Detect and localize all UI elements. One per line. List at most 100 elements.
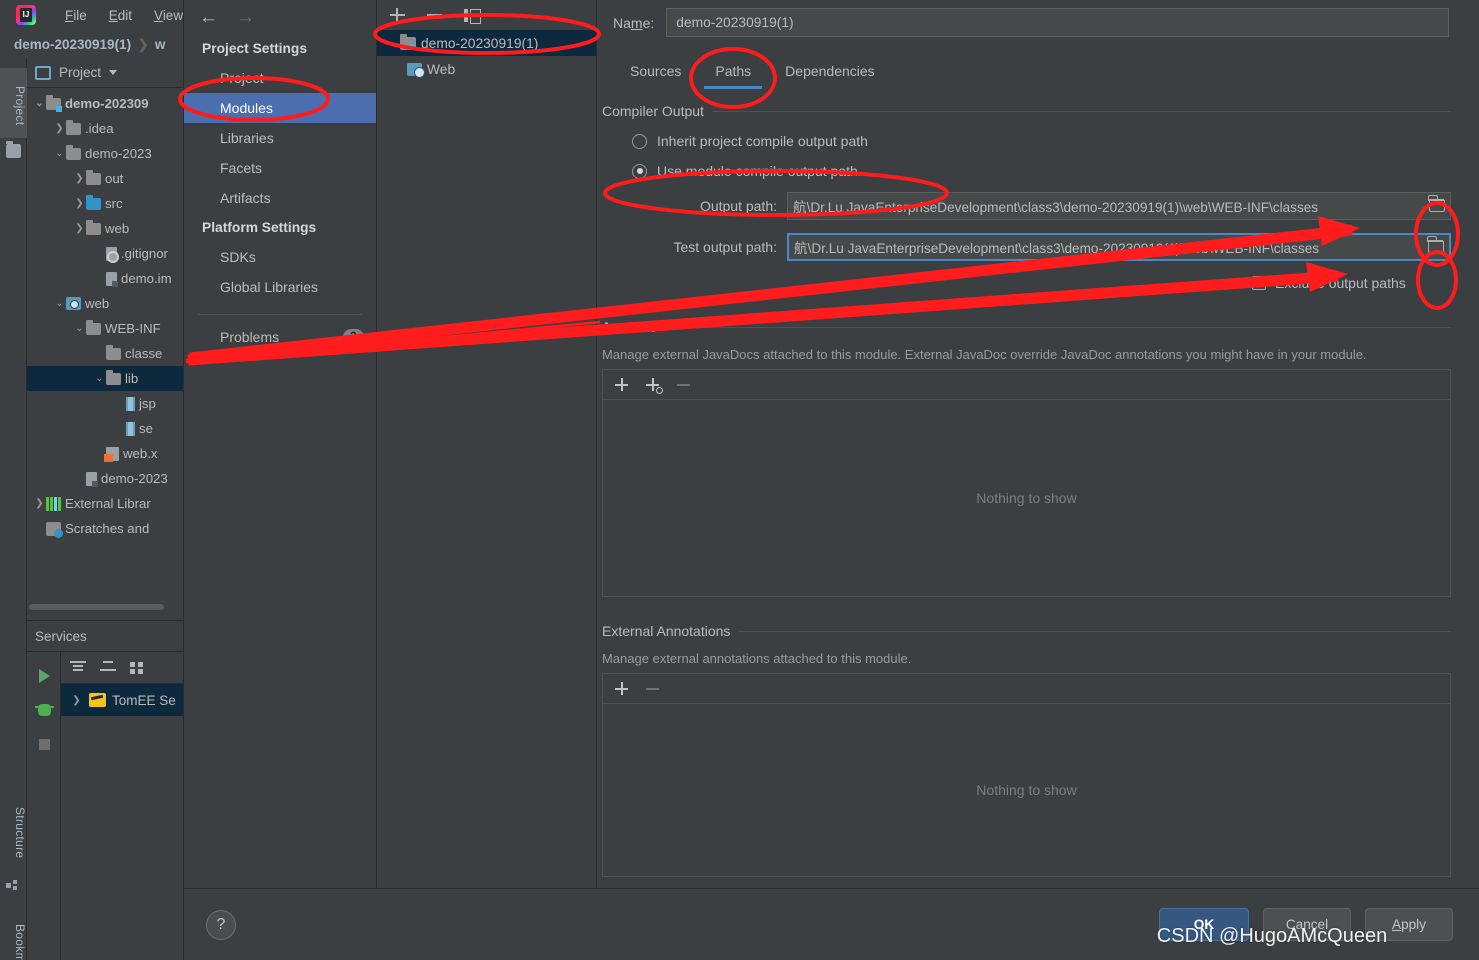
menu-file[interactable]: File bbox=[54, 5, 98, 26]
stop-icon[interactable] bbox=[27, 727, 61, 761]
project-tab-folder-icon bbox=[6, 141, 21, 158]
project-tree-item-label: External Librar bbox=[65, 496, 151, 511]
source-folder-icon bbox=[86, 194, 101, 210]
project-tree-item[interactable]: ⌄ lib bbox=[27, 366, 187, 391]
chevron-down-icon[interactable]: ⌄ bbox=[33, 98, 46, 109]
problems-label: Problems bbox=[220, 329, 280, 345]
project-tool-header[interactable]: Project bbox=[27, 58, 187, 88]
sidebar-item-modules[interactable]: Modules bbox=[184, 93, 376, 123]
chevron-down-icon[interactable] bbox=[109, 70, 118, 75]
chevron-right-icon[interactable]: ❯ bbox=[33, 498, 46, 509]
forward-arrow-icon[interactable]: → bbox=[236, 8, 255, 27]
expand-all-icon[interactable] bbox=[70, 660, 86, 675]
modules-toolbar bbox=[377, 0, 596, 30]
project-tree-item[interactable]: demo.im bbox=[27, 266, 187, 291]
sidebar-item-artifacts[interactable]: Artifacts bbox=[184, 183, 376, 213]
output-path-input[interactable]: 航\Dr.Lu JavaEnterpriseDevelopment\class3… bbox=[787, 192, 1451, 220]
test-output-path-browse-button[interactable] bbox=[1423, 235, 1449, 259]
services-row-tomee[interactable]: ❯ TomEE Se bbox=[61, 684, 187, 716]
project-tree-item[interactable]: ❯ out bbox=[27, 166, 187, 191]
collapse-all-icon[interactable] bbox=[100, 660, 116, 675]
sidebar-item-sdks[interactable]: SDKs bbox=[184, 242, 376, 272]
project-tree-item[interactable]: ❯ External Librar bbox=[27, 491, 187, 516]
module-name-input[interactable]: demo-20230919(1) bbox=[666, 8, 1449, 37]
sidebar-item-facets[interactable]: Facets bbox=[184, 153, 376, 183]
project-tree-item[interactable]: classe bbox=[27, 341, 187, 366]
project-tree-item[interactable]: web.x bbox=[27, 441, 187, 466]
web-facet-icon bbox=[407, 62, 425, 78]
tool-tab-project[interactable]: Project bbox=[0, 68, 27, 138]
tool-tab-structure[interactable]: Structure bbox=[0, 793, 27, 873]
project-tree-item[interactable]: Scratches and bbox=[27, 516, 187, 541]
csdn-watermark-text: CSDN @HugoAMcQueen bbox=[1156, 925, 1388, 947]
chevron-right-icon[interactable]: ❯ bbox=[53, 123, 66, 134]
chevron-right-icon[interactable]: ❯ bbox=[73, 223, 86, 234]
chevron-right-icon[interactable]: ❯ bbox=[73, 173, 86, 184]
inherit-output-radio[interactable] bbox=[632, 133, 647, 149]
project-tree-item-label: src bbox=[105, 196, 123, 211]
folder-icon bbox=[106, 369, 121, 385]
sidebar-item-global-libraries[interactable]: Global Libraries bbox=[184, 272, 376, 302]
project-tree-item[interactable]: ❯ web bbox=[27, 216, 187, 241]
project-tree-item[interactable]: ⌄ demo-2023 bbox=[27, 141, 187, 166]
test-output-path-label: Test output path: bbox=[673, 239, 777, 255]
project-tree-item[interactable]: .gitignor bbox=[27, 241, 187, 266]
tool-tab-bookmarks[interactable]: Bookmarks bbox=[0, 913, 27, 960]
chevron-right-icon[interactable]: ❯ bbox=[73, 198, 86, 209]
copy-icon[interactable] bbox=[464, 8, 481, 24]
help-button[interactable]: ? bbox=[206, 909, 236, 940]
debug-icon[interactable] bbox=[27, 693, 61, 727]
sidebar-item-libraries[interactable]: Libraries bbox=[184, 123, 376, 153]
project-tree-item[interactable]: jsp bbox=[27, 391, 187, 416]
chevron-right-icon[interactable]: ❯ bbox=[70, 695, 83, 706]
chevron-down-icon[interactable]: ⌄ bbox=[53, 298, 66, 309]
add-icon[interactable] bbox=[615, 378, 628, 391]
back-arrow-icon[interactable]: ← bbox=[199, 8, 218, 27]
chevron-down-icon[interactable]: ⌄ bbox=[93, 373, 106, 384]
project-tree-item[interactable]: ❯ .idea bbox=[27, 116, 187, 141]
project-tree-item[interactable]: ⌄ WEB-INF bbox=[27, 316, 187, 341]
inherit-output-radio-row[interactable]: Inherit project compile output path bbox=[597, 133, 1479, 149]
sidebar-item-problems[interactable]: Problems 2 bbox=[184, 315, 376, 345]
sidebar-item-project[interactable]: Project bbox=[184, 63, 376, 93]
tab-dependencies[interactable]: Dependencies bbox=[768, 57, 892, 89]
project-window-icon bbox=[35, 65, 51, 80]
add-url-icon[interactable] bbox=[646, 378, 663, 394]
project-tree-item[interactable]: se bbox=[27, 416, 187, 441]
module-tree-item-module[interactable]: ⌄ demo-20230919(1) bbox=[377, 30, 596, 56]
exclude-output-paths-row[interactable]: Exclude output paths bbox=[597, 274, 1479, 291]
add-icon[interactable] bbox=[615, 682, 628, 695]
test-output-path-input[interactable]: 航\Dr.Lu JavaEnterpriseDevelopment\class3… bbox=[787, 233, 1451, 261]
menu-edit[interactable]: Edit bbox=[98, 5, 143, 26]
module-folder-icon bbox=[46, 94, 62, 112]
project-tree-item[interactable]: ⌄ web bbox=[27, 291, 187, 316]
breadcrumb-next[interactable]: w bbox=[155, 37, 166, 52]
breadcrumb-project[interactable]: demo-20230919(1) bbox=[14, 37, 131, 52]
test-output-path-value: 航\Dr.Lu JavaEnterpriseDevelopment\class3… bbox=[794, 241, 1320, 256]
project-tree-item[interactable]: ❯ src bbox=[27, 191, 187, 216]
project-tree-hscrollbar[interactable] bbox=[29, 603, 181, 611]
chevron-down-icon[interactable]: ⌄ bbox=[385, 38, 400, 49]
iml-file-icon bbox=[86, 471, 98, 487]
module-tree-item-facet[interactable]: Web bbox=[377, 56, 596, 82]
module-output-radio-row[interactable]: Use module compile output path bbox=[597, 163, 1479, 179]
tab-paths[interactable]: Paths bbox=[698, 57, 768, 89]
output-path-browse-button[interactable] bbox=[1424, 193, 1450, 219]
settings-nav-list[interactable]: Project Settings Project Modules Libraries F… bbox=[184, 34, 376, 302]
run-icon[interactable] bbox=[27, 659, 61, 693]
chevron-down-icon[interactable]: ⌄ bbox=[73, 323, 86, 334]
module-output-radio[interactable] bbox=[632, 163, 647, 179]
project-tree[interactable]: ⌄ demo-202309 ❯ .idea ⌄ demo-2023 ❯ out ❯ src ❯ web… bbox=[27, 88, 187, 541]
project-tree-item-label: web bbox=[85, 296, 110, 311]
project-tree-item-label: jsp bbox=[139, 396, 156, 411]
group-by-icon[interactable] bbox=[130, 661, 145, 675]
project-tree-item[interactable]: demo-2023 bbox=[27, 466, 187, 491]
add-icon[interactable] bbox=[390, 7, 405, 23]
project-tree-item[interactable]: ⌄ demo-202309 bbox=[27, 91, 187, 116]
chevron-down-icon[interactable]: ⌄ bbox=[53, 148, 66, 159]
remove-icon[interactable] bbox=[427, 8, 442, 23]
services-run-gutter bbox=[27, 652, 61, 960]
exclude-output-paths-checkbox[interactable] bbox=[1252, 274, 1266, 290]
project-tree-item-label: Scratches and bbox=[65, 521, 150, 536]
tab-sources[interactable]: Sources bbox=[613, 57, 698, 89]
